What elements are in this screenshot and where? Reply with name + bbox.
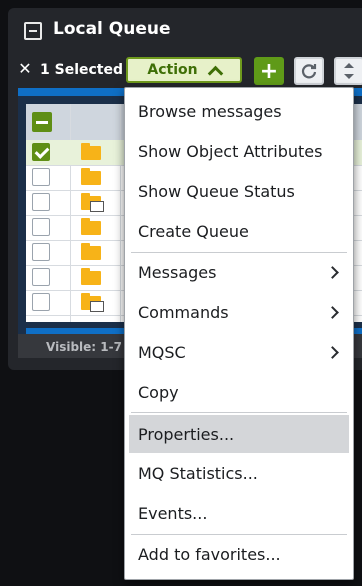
menu-item-label: Messages xyxy=(138,262,217,282)
menu-item-mq-statistics[interactable]: MQ Statistics... xyxy=(125,454,353,492)
refresh-button[interactable] xyxy=(294,57,324,85)
action-menu-button[interactable]: Action xyxy=(126,57,242,83)
queue-icon xyxy=(81,268,101,285)
collapse-icon[interactable] xyxy=(24,22,42,40)
panel-header: Local Queue xyxy=(8,8,362,52)
row-checkbox[interactable] xyxy=(32,218,50,236)
chevron-up-icon xyxy=(207,65,223,81)
mail-icon xyxy=(90,201,104,212)
queue-icon xyxy=(81,218,101,235)
menu-item-show-queue-status[interactable]: Show Queue Status xyxy=(125,172,353,210)
menu-item-add-to-favorites[interactable]: Add to favorites... xyxy=(125,535,353,573)
menu-item-label: Copy xyxy=(138,382,179,402)
select-all-checkbox[interactable] xyxy=(32,112,52,132)
menu-item-show-object-attributes[interactable]: Show Object Attributes xyxy=(125,132,353,170)
visible-range-text: Visible: 1-7 xyxy=(46,340,122,354)
refresh-icon xyxy=(301,64,317,79)
menu-item-messages[interactable]: Messages xyxy=(125,253,353,291)
menu-item-label: MQSC xyxy=(138,342,186,362)
queue-icon xyxy=(81,168,101,185)
selection-toolbar: ✕ 1 Selected Action + xyxy=(8,56,362,88)
menu-item-label: Properties... xyxy=(138,424,235,444)
chevron-right-icon xyxy=(326,306,339,319)
menu-item-commands[interactable]: Commands xyxy=(125,293,353,331)
menu-item-mqsc[interactable]: MQSC xyxy=(125,333,353,371)
row-checkbox[interactable] xyxy=(32,193,50,211)
clear-selection-icon[interactable]: ✕ xyxy=(18,61,32,77)
menu-divider xyxy=(131,412,347,413)
row-checkbox[interactable] xyxy=(32,168,50,186)
menu-item-events[interactable]: Events... xyxy=(125,494,353,532)
menu-item-label: Create Queue xyxy=(138,221,249,241)
menu-item-label: MQ Statistics... xyxy=(138,463,258,483)
row-checkbox[interactable] xyxy=(32,293,50,311)
menu-item-browse-messages[interactable]: Browse messages xyxy=(125,92,353,130)
row-checkbox[interactable] xyxy=(32,268,50,286)
plus-icon: + xyxy=(259,58,279,84)
row-checkbox[interactable] xyxy=(32,243,50,261)
menu-item-label: Show Queue Status xyxy=(138,181,295,201)
add-button[interactable]: + xyxy=(254,57,284,85)
menu-item-label: Events... xyxy=(138,503,208,523)
row-checkbox[interactable] xyxy=(32,143,50,161)
panel-title: Local Queue xyxy=(53,19,171,39)
sort-button[interactable] xyxy=(334,57,362,85)
chevron-right-icon xyxy=(326,346,339,359)
selected-count: 1 Selected xyxy=(40,62,123,78)
mail-icon xyxy=(90,301,104,312)
menu-item-properties[interactable]: Properties... xyxy=(129,415,349,453)
action-label: Action xyxy=(147,62,198,78)
menu-item-label: Browse messages xyxy=(138,101,282,121)
menu-item-label: Show Object Attributes xyxy=(138,141,323,161)
menu-item-label: Add to favorites... xyxy=(138,544,281,564)
menu-item-copy[interactable]: Copy xyxy=(125,373,353,411)
menu-item-create-queue[interactable]: Create Queue xyxy=(125,212,353,250)
chevron-right-icon xyxy=(326,266,339,279)
queue-icon xyxy=(81,143,101,160)
sort-icon xyxy=(344,63,354,79)
queue-icon xyxy=(81,243,101,260)
action-dropdown-menu: Browse messages Show Object Attributes S… xyxy=(124,87,354,580)
menu-item-label: Commands xyxy=(138,302,229,322)
